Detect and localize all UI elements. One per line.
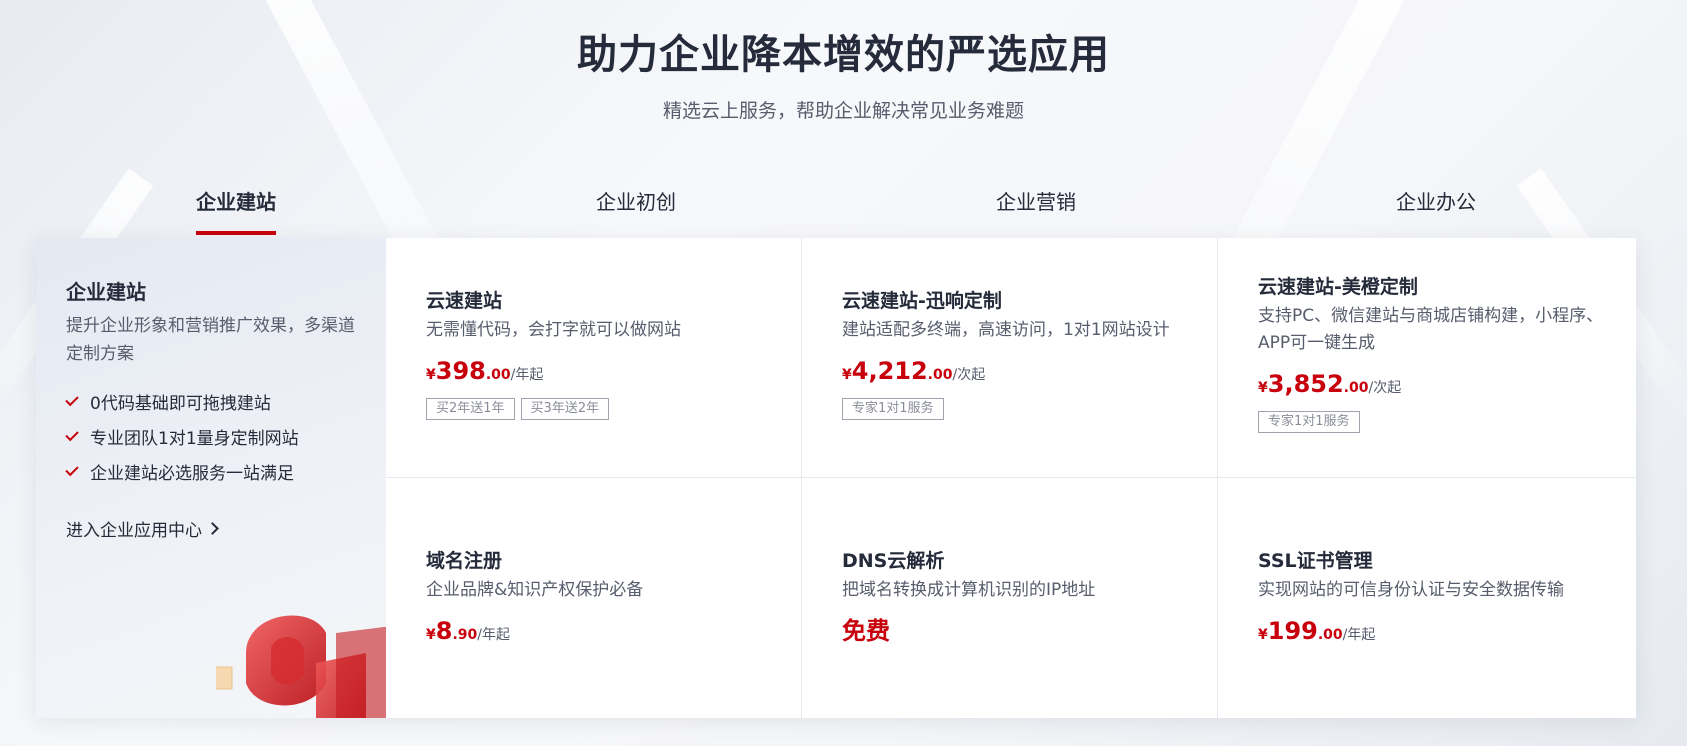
- promo-tags: 买2年送1年 买3年送2年: [426, 398, 771, 420]
- check-icon: [65, 392, 79, 407]
- product-price: ¥3,852.00/次起: [1258, 370, 1402, 398]
- tab-enterprise-office[interactable]: 企业办公: [36, 176, 1636, 226]
- product-title: DNS云解析: [842, 550, 945, 572]
- promo-tags: 专家1对1服务: [1258, 411, 1606, 433]
- product-description: 实现网站的可信身份认证与安全数据传输: [1258, 580, 1564, 600]
- product-price: ¥199.00/年起: [1258, 617, 1376, 645]
- product-description: 把域名转换成计算机识别的IP地址: [842, 580, 1096, 600]
- product-card-cloud-site-meicheng[interactable]: 云速建站-美橙定制 支持PC、微信建站与商城店铺构建，小程序、APP可一键生成 …: [1218, 238, 1636, 478]
- category-title: 企业建站: [66, 280, 146, 304]
- tab-label: 企业办公: [1396, 190, 1476, 214]
- feature-item: 企业建站必选服务一站满足: [65, 454, 299, 489]
- promo-tag: 专家1对1服务: [842, 398, 944, 420]
- feature-list: 0代码基础即可拖拽建站 专业团队1对1量身定制网站 企业建站必选服务一站满足: [65, 384, 299, 489]
- category-intro: 企业建站 提升企业形象和营销推广效果，多渠道定制方案 0代码基础即可拖拽建站 专…: [36, 238, 386, 718]
- check-icon: [65, 462, 79, 477]
- product-card-ssl-certificate[interactable]: SSL证书管理 实现网站的可信身份认证与安全数据传输 ¥199.00/年起: [1218, 478, 1636, 718]
- product-description: 建站适配多终端，高速访问，1对1网站设计: [842, 320, 1170, 340]
- product-description: 无需懂代码，会打字就可以做网站: [426, 320, 681, 340]
- product-card-dns[interactable]: DNS云解析 把域名转换成计算机识别的IP地址 免费: [802, 478, 1218, 718]
- free-label: 免费: [842, 617, 890, 645]
- product-title: SSL证书管理: [1258, 550, 1373, 572]
- product-title: 域名注册: [426, 550, 503, 572]
- product-price: 免费: [842, 616, 1187, 649]
- category-description: 提升企业形象和营销推广效果，多渠道定制方案: [66, 316, 355, 364]
- enter-app-center-link[interactable]: 进入企业应用中心: [66, 516, 219, 541]
- product-title: 云速建站: [426, 290, 503, 312]
- active-tab-indicator: [196, 231, 276, 235]
- decorative-3d-logo-illustration: [216, 615, 386, 718]
- product-price: ¥8.90/年起: [426, 617, 510, 645]
- chevron-right-icon: [206, 522, 219, 535]
- product-description: 企业品牌&知识产权保护必备: [426, 580, 644, 600]
- promo-tag: 买2年送1年: [426, 398, 515, 420]
- section-subtitle: 精选云上服务，帮助企业解决常见业务难题: [662, 100, 1024, 122]
- product-description: 支持PC、微信建站与商城店铺构建，小程序、APP可一键生成: [1258, 306, 1604, 353]
- product-card-cloud-site[interactable]: 云速建站 无需懂代码，会打字就可以做网站 ¥398.00/年起 买2年送1年 买…: [386, 238, 802, 478]
- product-card-cloud-site-custom[interactable]: 云速建站-迅响定制 建站适配多终端，高速访问，1对1网站设计 ¥4,212.00…: [802, 238, 1218, 478]
- feature-item: 专业团队1对1量身定制网站: [65, 419, 299, 454]
- product-title: 云速建站-迅响定制: [842, 290, 1002, 312]
- promo-tags: 专家1对1服务: [842, 398, 1187, 420]
- category-tabs: 企业建站 企业初创 企业营销 企业办公: [36, 176, 1636, 238]
- promo-tag: 买3年送2年: [520, 398, 610, 420]
- promo-tag: 专家1对1服务: [1258, 411, 1360, 433]
- feature-item: 0代码基础即可拖拽建站: [65, 384, 299, 419]
- section-title: 助力企业降本增效的严选应用: [577, 32, 1110, 78]
- product-price: ¥398.00/年起: [426, 357, 544, 385]
- product-price: ¥4,212.00/次起: [842, 357, 986, 385]
- check-icon: [65, 427, 79, 442]
- product-grid: 云速建站 无需懂代码，会打字就可以做网站 ¥398.00/年起 买2年送1年 买…: [386, 238, 1636, 718]
- tab-content-panel: 企业建站 提升企业形象和营销推广效果，多渠道定制方案 0代码基础即可拖拽建站 专…: [36, 238, 1636, 718]
- product-card-domain-registration[interactable]: 域名注册 企业品牌&知识产权保护必备 ¥8.90/年起: [386, 478, 802, 718]
- product-title: 云速建站-美橙定制: [1258, 276, 1418, 298]
